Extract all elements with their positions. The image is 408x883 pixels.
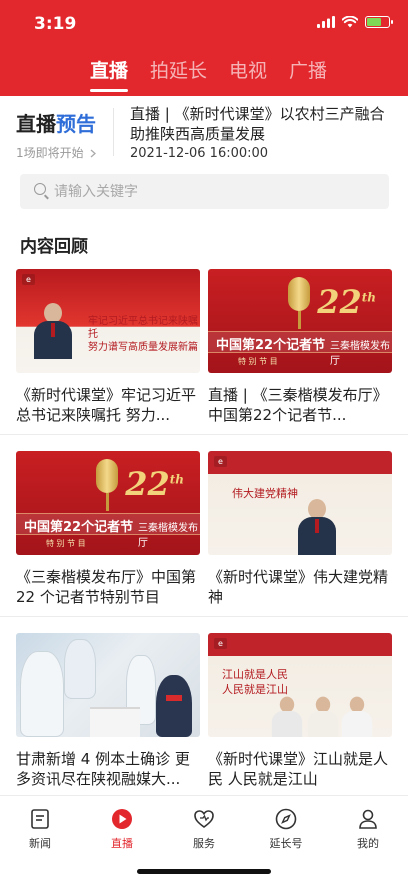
compass-icon	[275, 808, 297, 830]
tab-radio[interactable]: 广播	[289, 56, 327, 83]
status-time: 3:19	[34, 14, 77, 34]
tab-live-bottom[interactable]: 直播	[92, 808, 152, 851]
chevron-right-icon	[91, 149, 97, 158]
video-thumbnail: e 伟大建党精神	[208, 451, 392, 555]
preview-headline[interactable]: 直播 | 《新时代课堂》以农村三产融合助推陕西高质量发展	[130, 104, 392, 144]
tab-paiyanchang[interactable]: 拍延长	[150, 56, 207, 83]
thumbnail-script-text: 三秦楷模发布厅	[138, 523, 198, 549]
thumbnail-sub-text: 特 别 节 目	[238, 357, 278, 366]
status-icons	[317, 16, 393, 28]
video-thumbnail: e 牢记习近平总书记来陕嘱托 努力谱写高质量发展新篇	[16, 269, 200, 373]
tab-label: 新闻	[29, 837, 51, 850]
tab-label: 服务	[193, 837, 215, 850]
thumbnail-text: 伟大建党精神	[232, 487, 298, 500]
video-card[interactable]: 甘肃新增 4 例本土确诊 更多资讯尽在陕视融媒大...	[16, 633, 200, 789]
preview-date: 2021-12-06 16:00:00	[130, 146, 269, 161]
section-title: 内容回顾	[20, 237, 88, 257]
preview-divider	[113, 108, 114, 156]
thumbnail-text: 江山就是人民 人民就是江山	[222, 668, 288, 696]
tab-label: 延长号	[269, 837, 303, 850]
battery-level	[367, 18, 381, 26]
table-shape	[90, 707, 140, 737]
video-title: 《新时代课堂》伟大建党精神	[208, 568, 389, 606]
tab-mine[interactable]: 我的	[338, 808, 398, 851]
news-icon	[29, 808, 51, 830]
live-play-icon	[111, 808, 133, 830]
channel-logo: e	[22, 274, 35, 285]
video-title: 《新时代课堂》牢记习近平总书记来陕嘱托 努力...	[16, 386, 197, 424]
presenter-figure	[271, 696, 303, 737]
row-divider	[0, 434, 408, 435]
video-card[interactable]: e 牢记习近平总书记来陕嘱托 努力谱写高质量发展新篇 《新时代课堂》牢记习近平总…	[16, 269, 200, 425]
top-tabs: 直播 拍延长 电视 广播	[90, 56, 327, 92]
tab-label: 我的	[357, 837, 379, 850]
preview-title-accent: 预告	[56, 112, 96, 136]
tab-news[interactable]: 新闻	[10, 808, 70, 851]
presenter-figure	[34, 303, 72, 359]
preview-title: 直播预告	[16, 108, 96, 137]
microphone-icon	[96, 459, 118, 493]
search-icon	[34, 183, 46, 195]
presenter-figure	[298, 499, 336, 555]
app-header: 3:19 直播 拍延长 电视 广播	[0, 0, 408, 96]
video-thumbnail	[16, 633, 200, 737]
video-title: 甘肃新增 4 例本土确诊 更多资讯尽在陕视融媒大...	[16, 750, 190, 788]
video-title: 《新时代课堂》江山就是人民 人民就是江山	[208, 750, 389, 788]
profile-icon	[357, 808, 379, 830]
child-figure	[156, 675, 192, 737]
home-indicator	[137, 869, 271, 874]
tab-yanchanghao[interactable]: 延长号	[256, 808, 316, 851]
channel-logo: e	[214, 456, 227, 467]
medical-worker-figure	[64, 639, 96, 699]
thumbnail-script-text: 三秦楷模发布厅	[330, 341, 390, 367]
video-card[interactable]: e 伟大建党精神 《新时代课堂》伟大建党精神	[208, 451, 392, 607]
anniversary-number: 22th	[317, 283, 376, 321]
row-divider	[0, 616, 408, 617]
upcoming-count[interactable]: 1场即将开始	[16, 144, 97, 161]
upcoming-count-label: 1场即将开始	[16, 146, 84, 160]
medical-worker-figure	[20, 651, 64, 737]
video-title: 直播 | 《三秦楷模发布厅》中国第22个记者节...	[208, 386, 388, 424]
video-title: 《三秦楷模发布厅》中国第 22 个记者节特别节目	[16, 568, 197, 606]
microphone-icon	[288, 277, 310, 311]
video-card[interactable]: 22th 中国第22个记者节 三秦楷模发布厅 特 别 节 目 直播 | 《三秦楷…	[208, 269, 392, 425]
wifi-icon	[342, 16, 358, 28]
thumbnail-sub-text: 特 别 节 目	[46, 539, 86, 548]
signal-icon	[317, 16, 335, 28]
thumbnail-band-text: 中国第22个记者节	[216, 338, 326, 353]
service-heart-icon	[193, 808, 215, 830]
live-preview[interactable]: 直播预告 1场即将开始 直播 | 《新时代课堂》以农村三产融合助推陕西高质量发展…	[0, 96, 408, 164]
search-bar	[20, 174, 389, 209]
status-bar: 3:19	[0, 0, 408, 48]
search-input[interactable]	[54, 174, 374, 209]
preview-title-main: 直播	[16, 112, 56, 136]
thumbnail-band-text: 中国第22个记者节	[24, 520, 134, 535]
presenter-figure	[307, 696, 339, 737]
battery-icon	[365, 16, 393, 28]
video-thumbnail: e 江山就是人民 人民就是江山	[208, 633, 392, 737]
tab-live[interactable]: 直播	[90, 56, 129, 92]
video-thumbnail: 22th 中国第22个记者节 三秦楷模发布厅 特 别 节 目	[16, 451, 200, 555]
tab-label: 直播	[111, 837, 133, 850]
tab-tv[interactable]: 电视	[229, 56, 267, 83]
video-card[interactable]: 22th 中国第22个记者节 三秦楷模发布厅 特 别 节 目 《三秦楷模发布厅》…	[16, 451, 200, 607]
anniversary-number: 22th	[125, 465, 184, 503]
video-thumbnail: 22th 中国第22个记者节 三秦楷模发布厅 特 别 节 目	[208, 269, 392, 373]
channel-logo: e	[214, 638, 227, 649]
video-card[interactable]: e 江山就是人民 人民就是江山 《新时代课堂》江山就是人民 人民就是江山	[208, 633, 392, 789]
tab-service[interactable]: 服务	[174, 808, 234, 851]
presenter-figure	[341, 696, 373, 737]
thumbnail-text: 牢记习近平总书记来陕嘱托 努力谱写高质量发展新篇	[88, 316, 198, 353]
